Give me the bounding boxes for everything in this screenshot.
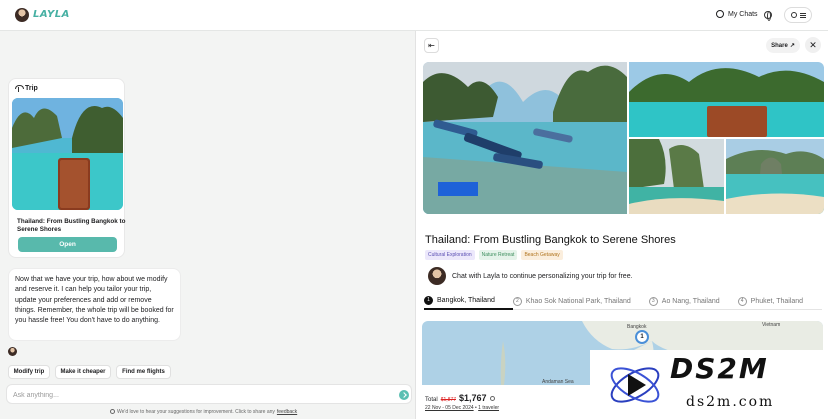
hamburger-menu-icon	[799, 12, 806, 18]
user-menu-button[interactable]	[784, 7, 812, 23]
tab-khao-sok[interactable]: 2 Khao Sok National Park, Thailand	[512, 292, 649, 310]
watermark-url: ds2m.com	[686, 394, 775, 410]
feedback-text: We'd love to hear your suggestions for i…	[117, 409, 275, 415]
tab-number: 1	[424, 295, 433, 305]
my-chats-label: My Chats	[728, 10, 758, 18]
feedback-notice: We'd love to hear your suggestions for i…	[110, 409, 297, 415]
trip-dates[interactable]: 22 Nov - 05 Dec 2024 • 1 traveler	[425, 405, 499, 411]
ds2m-watermark: DS2M ds2m.com	[590, 350, 828, 419]
watermark-logo-icon	[610, 367, 660, 403]
tab-number: 2	[512, 296, 522, 306]
tab-label: Phuket, Thailand	[750, 297, 804, 305]
feedback-link[interactable]: feedback	[277, 409, 297, 415]
share-label: Share	[771, 42, 788, 49]
gallery-photo-2[interactable]	[629, 62, 824, 137]
close-icon: ✕	[809, 39, 817, 50]
tag-nature-retreat: Nature Retreat	[478, 250, 518, 260]
share-button[interactable]: Share ↗	[766, 38, 800, 53]
layla-avatar	[428, 267, 446, 285]
tab-number: 3	[648, 296, 658, 306]
watermark-title: DS2M	[670, 352, 769, 385]
date-range: 22 Nov - 05 Dec 2024	[425, 405, 474, 411]
destination-tabs: 1 Bangkok, Thailand 2 Khao Sok National …	[424, 292, 822, 310]
price-info-icon[interactable]	[489, 396, 495, 401]
gallery-photo-main[interactable]	[423, 62, 627, 214]
globe-icon[interactable]	[764, 11, 772, 21]
top-header: LAYLA My Chats	[0, 0, 828, 31]
layla-avatar-logo[interactable]	[15, 8, 29, 22]
layla-avatar	[8, 347, 17, 356]
total-label: Total	[425, 397, 438, 403]
old-price: $1,877	[440, 397, 456, 403]
trip-title: Thailand: From Bustling Bangkok to Seren…	[425, 234, 676, 246]
collapse-arrow-icon: ⇤	[428, 41, 435, 50]
photo-gallery[interactable]	[423, 62, 824, 214]
personalize-text: Chat with Layla to continue personalizin…	[452, 272, 633, 280]
trip-card-heading: Trip	[15, 85, 38, 92]
map-label-bangkok: Bangkok	[627, 324, 647, 330]
traveler-count: 1 traveler	[478, 405, 500, 411]
trip-card-title: Thailand: From Bustling Bangkok to Seren…	[17, 218, 126, 233]
tag-beach-getaway: Beach Getaway	[521, 250, 563, 260]
beach-umbrella-icon	[15, 85, 24, 92]
tab-number: 4	[737, 296, 747, 306]
price-summary: Total $1,877 $1,767	[425, 393, 495, 403]
personalize-banner[interactable]: Chat with Layla to continue personalizin…	[428, 266, 818, 286]
trip-heading-label: Trip	[25, 85, 38, 92]
trip-card-image	[12, 98, 123, 210]
open-trip-button[interactable]: Open	[18, 237, 117, 252]
island-shape	[500, 341, 506, 385]
info-icon	[110, 409, 115, 414]
share-icon: ↗	[789, 43, 795, 49]
ask-anything-input[interactable]	[13, 389, 383, 401]
suggestion-make-cheaper[interactable]: Make it cheaper	[55, 365, 111, 379]
collapse-panel-button[interactable]: ⇤	[424, 38, 439, 53]
tab-label: Bangkok, Thailand	[437, 296, 495, 304]
tab-phuket[interactable]: 4 Phuket, Thailand	[737, 292, 821, 310]
tab-ao-nang[interactable]: 3 Ao Nang, Thailand	[648, 292, 738, 310]
gallery-photo-4[interactable]	[726, 139, 824, 214]
map-label-vietnam: Vietnam	[762, 322, 781, 328]
total-price: $1,767	[458, 393, 487, 403]
user-icon	[790, 12, 797, 18]
chat-input-box	[6, 384, 412, 404]
suggestion-find-flights[interactable]: Find me flights	[116, 365, 171, 379]
my-chats-button[interactable]: My Chats	[716, 10, 758, 18]
logo-text[interactable]: LAYLA	[33, 9, 70, 20]
send-button[interactable]	[399, 390, 409, 400]
close-button[interactable]: ✕	[805, 37, 821, 53]
assistant-message: Now that we have your trip, how about we…	[8, 268, 181, 341]
gallery-photo-3[interactable]	[629, 139, 724, 214]
map-pin-bangkok[interactable]: 1	[635, 330, 649, 344]
trip-tags: Cultural Exploration Nature Retreat Beac…	[425, 250, 563, 260]
map-label-andaman-sea: Andaman Sea	[542, 379, 574, 385]
tag-cultural-exploration: Cultural Exploration	[425, 250, 475, 260]
tab-label: Khao Sok National Park, Thailand	[525, 297, 631, 305]
suggestion-modify-trip[interactable]: Modify trip	[8, 365, 50, 379]
tab-bangkok[interactable]: 1 Bangkok, Thailand	[424, 292, 513, 310]
tab-label: Ao Nang, Thailand	[661, 297, 720, 305]
chat-bubble-icon	[716, 10, 724, 18]
